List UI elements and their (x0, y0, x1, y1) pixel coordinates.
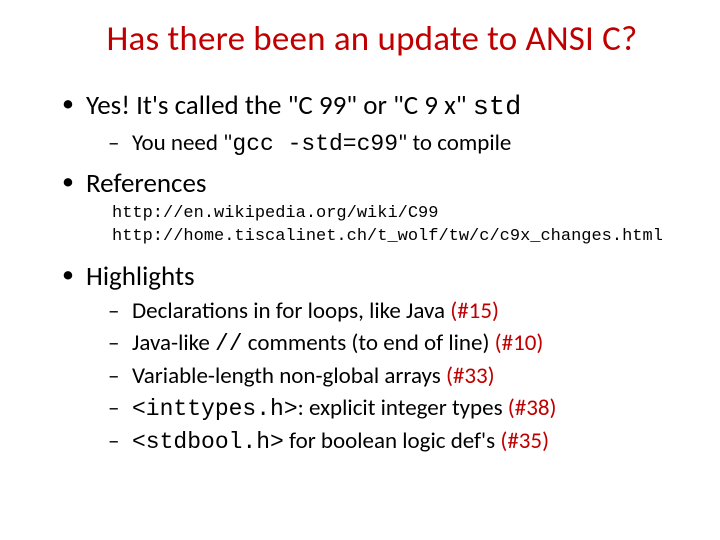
code: // (215, 331, 243, 357)
slide-title: Has there been an update to ANSI C? (60, 18, 684, 60)
highlight-2: Java-like // comments (to end of line) (… (86, 328, 684, 360)
text: " to compile (398, 129, 511, 157)
ref-link: (#38) (508, 394, 557, 422)
text: You need " (132, 129, 232, 157)
bullet-highlights: Highlights Declarations in for loops, li… (60, 259, 684, 458)
bullet-references: References http://en.wikipedia.org/wiki/… (60, 166, 684, 249)
text: Java-like (132, 329, 215, 357)
reference-block: http://en.wikipedia.org/wiki/C99 http://… (86, 203, 684, 249)
code: <inttypes.h> (132, 396, 298, 422)
code: std (473, 93, 522, 123)
highlight-5: <stdbool.h> for boolean logic def's (#35… (86, 426, 684, 458)
text: Highlights (86, 260, 195, 293)
highlight-3: Variable-length non-global arrays (#33) (86, 361, 684, 392)
bullet-yes: Yes! It's called the "C 99" or "C 9 x" s… (60, 88, 684, 160)
text: References (86, 167, 206, 200)
ref-link: (#10) (495, 329, 544, 357)
code: <stdbool.h> (132, 429, 284, 455)
highlight-1: Declarations in for loops, like Java (#1… (86, 296, 684, 327)
reference-link-1: http://en.wikipedia.org/wiki/C99 (112, 203, 684, 226)
ref-link: (#35) (500, 427, 549, 455)
text: Declarations in for loops, like Java (132, 297, 450, 325)
text: for boolean logic def's (284, 427, 501, 455)
text: comments (to end of line) (243, 329, 495, 357)
code: gcc -std=c99 (232, 131, 398, 157)
reference-link-2: http://home.tiscalinet.ch/t_wolf/tw/c/c9… (112, 226, 684, 249)
bullet-list: Yes! It's called the "C 99" or "C 9 x" s… (60, 88, 684, 458)
text: : explicit integer types (298, 394, 508, 422)
text: Yes! It's called the "C 99" or "C 9 x" (86, 89, 473, 122)
highlight-4: <inttypes.h>: explicit integer types (#3… (86, 393, 684, 425)
ref-link: (#33) (446, 362, 495, 390)
ref-link: (#15) (450, 297, 499, 325)
text: Variable-length non-global arrays (132, 362, 446, 390)
sub-compile: You need "gcc -std=c99" to compile (86, 128, 684, 160)
